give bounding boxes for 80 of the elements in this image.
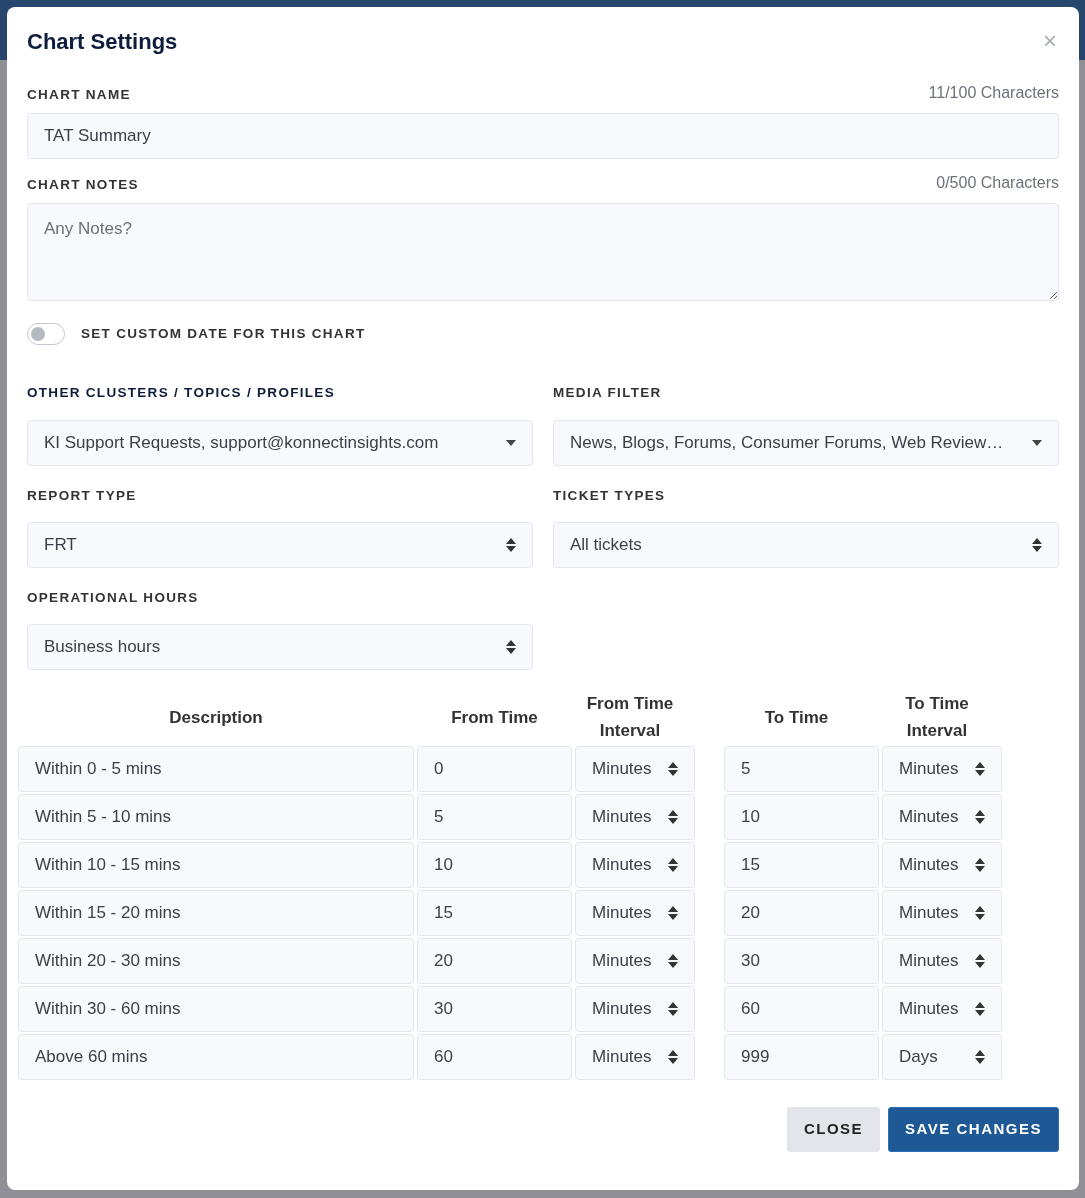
select-field[interactable]: Minutes (575, 1034, 695, 1081)
input-field[interactable]: 15 (724, 842, 879, 889)
select-field[interactable]: Minutes (575, 890, 695, 937)
select-field[interactable]: Minutes (575, 794, 695, 841)
column-header: To Time (763, 706, 830, 729)
input-field[interactable]: Within 10 - 15 mins (18, 842, 414, 889)
input-field[interactable]: 15 (417, 890, 572, 937)
sort-arrows-icon (668, 1050, 678, 1065)
input-field[interactable]: Within 20 - 30 mins (18, 938, 414, 985)
select-field[interactable]: Days (882, 1034, 1002, 1081)
caret-icon (1032, 439, 1042, 446)
input-field[interactable]: 10 (417, 842, 572, 889)
sort-arrows-icon (668, 1002, 678, 1017)
sort-arrows-icon (975, 954, 985, 969)
select-field[interactable]: Minutes (882, 746, 1002, 793)
field-label: REPORT TYPE (27, 486, 138, 505)
sort-arrows-icon (668, 810, 678, 825)
input-field[interactable]: Within 5 - 10 mins (18, 794, 414, 841)
select-field[interactable]: News, Blogs, Forums, Consumer Forums, Web Review… (553, 419, 1059, 466)
input-field[interactable]: 5 (417, 794, 572, 841)
select-field[interactable]: KI Support Requests, support@konnectinsights.com (27, 419, 533, 466)
column-header: To Time Interval (904, 693, 970, 743)
modal-title: Chart Settings (27, 29, 178, 56)
select-field[interactable]: Minutes (575, 986, 695, 1033)
input-field[interactable]: 60 (417, 1034, 572, 1081)
input-field[interactable]: 30 (724, 938, 879, 985)
input-field[interactable]: 30 (417, 986, 572, 1033)
input-field[interactable]: Above 60 mins (18, 1034, 414, 1081)
column-header: Description (168, 706, 264, 729)
input-field[interactable]: 10 (724, 794, 879, 841)
select-field[interactable]: Minutes (882, 794, 1002, 841)
select-field[interactable]: Minutes (575, 842, 695, 889)
sort-arrows-icon (975, 858, 985, 873)
input-field[interactable]: 5 (724, 746, 879, 793)
caret-icon (506, 439, 516, 446)
sort-arrows-icon (668, 954, 678, 969)
field-label: TICKET TYPES (553, 486, 667, 505)
sort-arrows-icon (506, 537, 516, 552)
field-label: CHART NAME (27, 86, 131, 105)
select-field[interactable]: Minutes (882, 938, 1002, 985)
column-header: From Time Interval (585, 693, 675, 743)
sort-arrows-icon (975, 810, 985, 825)
input-field[interactable]: 999 (724, 1034, 879, 1081)
input-field[interactable]: Within 15 - 20 mins (18, 890, 414, 937)
input-field[interactable]: 20 (724, 890, 879, 937)
select-field[interactable]: Business hours (27, 624, 533, 671)
text-input-field[interactable]: TAT Summary (27, 113, 1059, 160)
input-field[interactable]: 60 (724, 986, 879, 1033)
column-header: From Time (450, 706, 539, 729)
input-field[interactable]: 0 (417, 746, 572, 793)
input-field[interactable]: Within 30 - 60 mins (18, 986, 414, 1033)
toggle-switch[interactable] (27, 323, 65, 346)
select-field[interactable]: FRT (27, 521, 533, 568)
sort-arrows-icon (975, 1050, 985, 1065)
sort-arrows-icon (668, 906, 678, 921)
close-button[interactable]: CLOSE (786, 1107, 881, 1152)
select-field[interactable]: Minutes (882, 986, 1002, 1033)
sort-arrows-icon (668, 858, 678, 873)
sort-arrows-icon (668, 762, 678, 777)
select-field[interactable]: All tickets (553, 521, 1059, 568)
sort-arrows-icon (506, 640, 516, 655)
select-field[interactable]: Minutes (882, 890, 1002, 937)
character-counter: 11/100 Characters (928, 83, 1059, 104)
toggle-label: SET CUSTOM DATE FOR THIS CHART (81, 325, 366, 344)
field-label: CHART NOTES (27, 176, 139, 195)
field-label: OPERATIONAL HOURS (27, 588, 200, 607)
sort-arrows-icon (975, 1002, 985, 1017)
input-field[interactable]: 20 (417, 938, 572, 985)
field-label: MEDIA FILTER (553, 384, 663, 403)
sort-arrows-icon (975, 906, 985, 921)
sort-arrows-icon (1032, 537, 1042, 552)
notes-field[interactable]: Any Notes? (27, 203, 1059, 302)
field-label: OTHER CLUSTERS / TOPICS / PROFILES (27, 384, 336, 403)
save-button[interactable]: SAVE CHANGES (888, 1107, 1059, 1152)
select-field[interactable]: Minutes (575, 746, 695, 793)
select-field[interactable]: Minutes (882, 842, 1002, 889)
input-field[interactable]: Within 0 - 5 mins (18, 746, 414, 793)
select-field[interactable]: Minutes (575, 938, 695, 985)
character-counter: 0/500 Characters (936, 173, 1059, 194)
sort-arrows-icon (975, 762, 985, 777)
